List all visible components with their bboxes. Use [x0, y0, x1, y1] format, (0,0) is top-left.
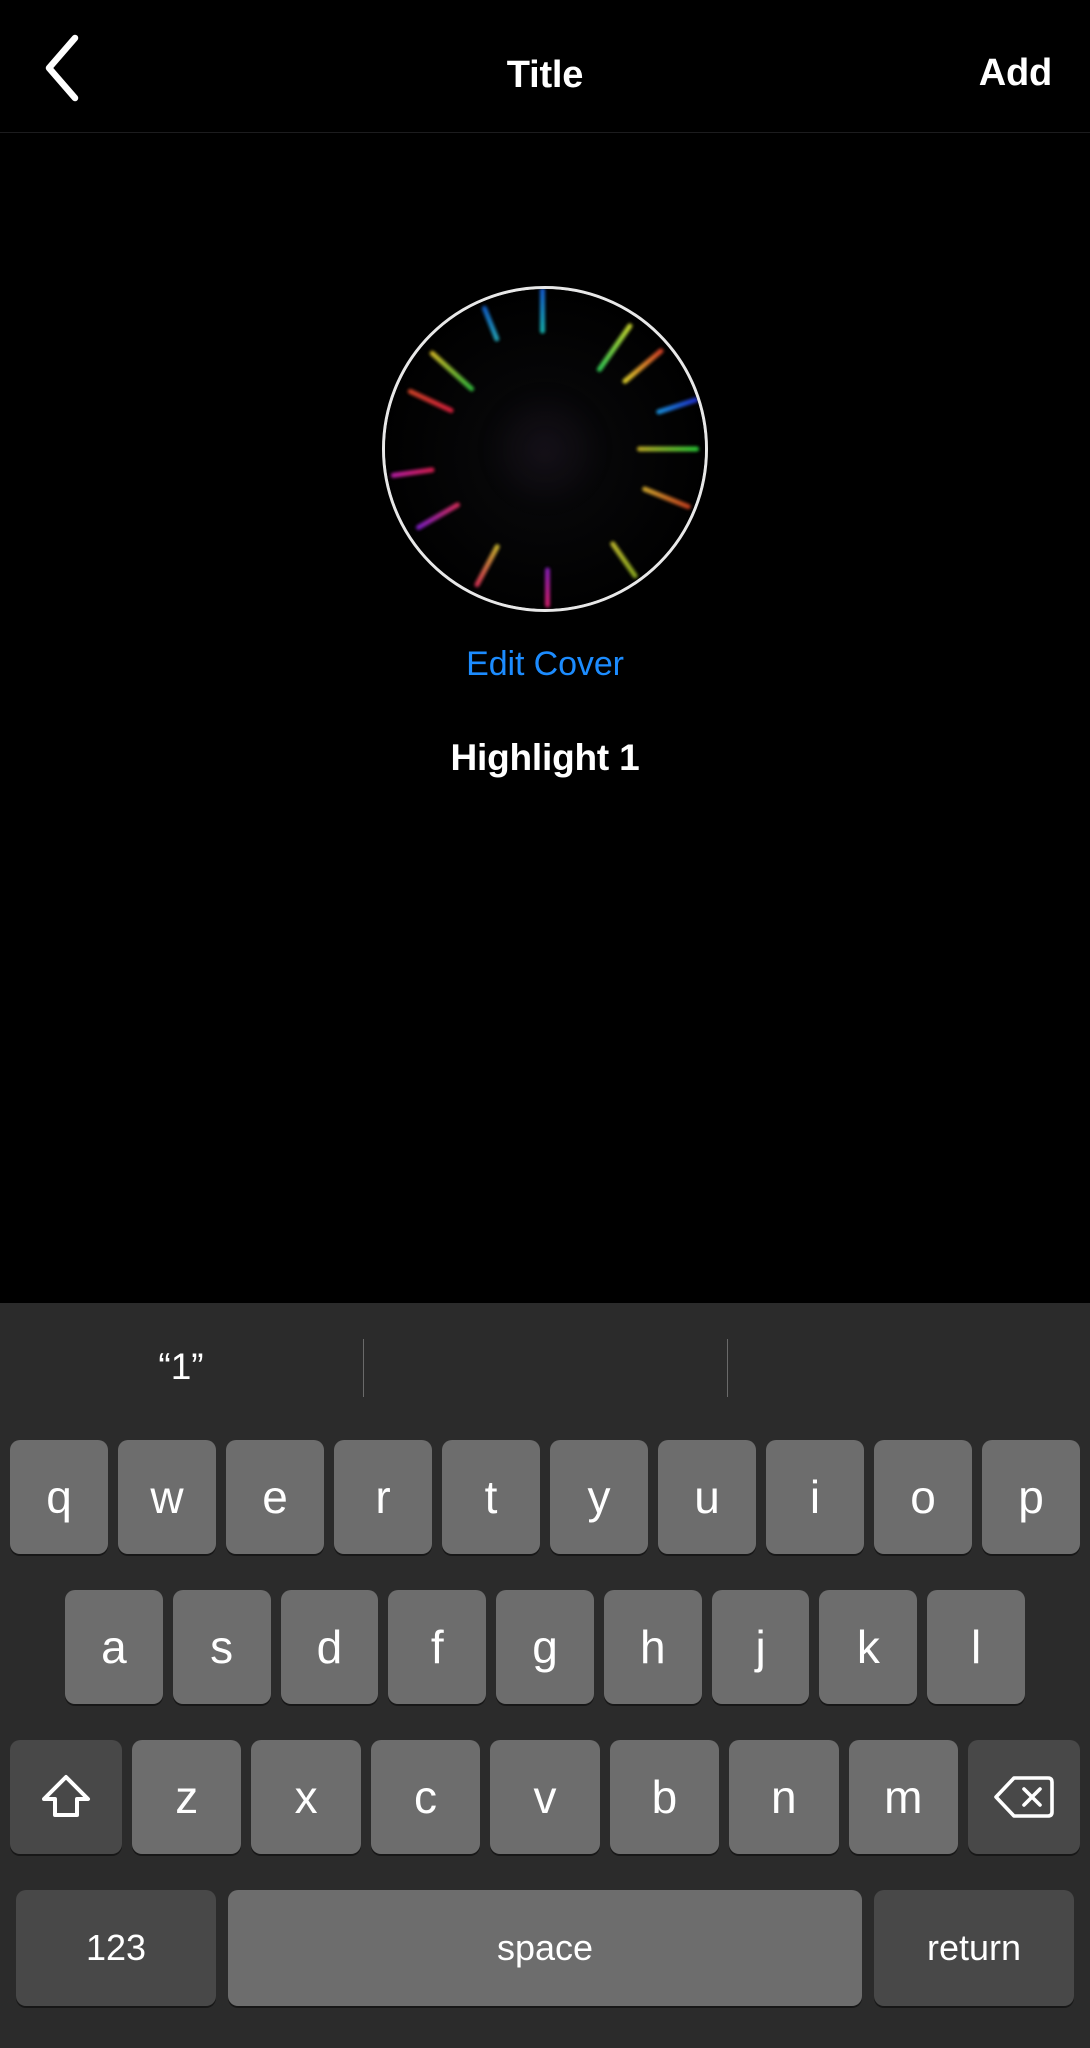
cover-artwork: [385, 289, 705, 609]
cover-center-glow: [485, 389, 605, 509]
cover-light-streak: [406, 388, 455, 414]
highlight-cover[interactable]: [382, 286, 708, 612]
app-screen: Title Add Edit Cover Highlight 1 “1” qwe…: [0, 0, 1090, 2048]
content-area: Edit Cover Highlight 1: [0, 133, 1090, 1303]
cover-light-streak: [415, 501, 461, 531]
highlight-name-field[interactable]: Highlight 1: [0, 737, 1090, 779]
cover-light-streak: [428, 349, 476, 393]
numeric-mode-key[interactable]: 123: [16, 1890, 216, 2006]
key-a[interactable]: a: [65, 1590, 163, 1704]
key-c[interactable]: c: [370, 1740, 481, 1854]
keyboard-row-1: qwertyuiop: [0, 1440, 1090, 1554]
return-key[interactable]: return: [874, 1890, 1074, 2006]
onscreen-keyboard: “1” qwertyuiop asdfghjkl z x c v b n m 1…: [0, 1303, 1090, 2048]
prediction-candidate-3[interactable]: [728, 1303, 1090, 1431]
key-y[interactable]: y: [550, 1440, 648, 1554]
key-x[interactable]: x: [251, 1740, 361, 1854]
backspace-key[interactable]: [967, 1740, 1080, 1854]
navigation-bar: Title Add: [0, 0, 1090, 133]
key-k[interactable]: k: [819, 1590, 918, 1704]
cover-light-streak: [609, 540, 639, 580]
cover-light-streak: [655, 396, 700, 416]
predictive-text-bar: “1”: [0, 1303, 1090, 1431]
cover-light-streak: [545, 567, 550, 608]
prediction-candidate-1[interactable]: “1”: [0, 1303, 362, 1431]
key-h[interactable]: h: [603, 1590, 702, 1704]
key-v[interactable]: v: [490, 1740, 600, 1854]
add-button[interactable]: Add: [979, 52, 1052, 95]
shift-key[interactable]: [10, 1740, 122, 1854]
key-d[interactable]: d: [280, 1590, 379, 1704]
key-l[interactable]: l: [927, 1590, 1026, 1704]
cover-light-streak: [473, 543, 501, 589]
key-p[interactable]: p: [982, 1440, 1080, 1554]
key-q[interactable]: q: [10, 1440, 108, 1554]
cover-ring-border: [382, 286, 708, 612]
cover-light-streak: [390, 467, 435, 479]
key-o[interactable]: o: [874, 1440, 972, 1554]
edit-cover-button[interactable]: Edit Cover: [0, 645, 1090, 684]
key-w[interactable]: w: [118, 1440, 216, 1554]
space-key[interactable]: space: [228, 1890, 862, 2006]
key-b[interactable]: b: [609, 1740, 720, 1854]
key-j[interactable]: j: [711, 1590, 810, 1704]
shift-arrow-icon: [38, 1769, 94, 1825]
key-u[interactable]: u: [658, 1440, 756, 1554]
keyboard-row-4: 123 space return: [0, 1890, 1090, 2006]
page-title: Title: [506, 54, 584, 96]
key-f[interactable]: f: [388, 1590, 487, 1704]
key-m[interactable]: m: [848, 1740, 958, 1854]
cover-light-streak: [540, 289, 545, 334]
cover-light-streak: [621, 347, 665, 385]
cover-light-streak: [481, 305, 501, 343]
key-r[interactable]: r: [334, 1440, 432, 1554]
key-n[interactable]: n: [729, 1740, 839, 1854]
key-e[interactable]: e: [226, 1440, 324, 1554]
keyboard-row-2: asdfghjkl: [0, 1590, 1090, 1704]
key-z[interactable]: z: [132, 1740, 242, 1854]
key-t[interactable]: t: [442, 1440, 540, 1554]
keyboard-row-3: z x c v b n m: [0, 1740, 1090, 1854]
key-s[interactable]: s: [172, 1590, 271, 1704]
key-g[interactable]: g: [496, 1590, 594, 1704]
key-i[interactable]: i: [766, 1440, 864, 1554]
backspace-delete-icon: [993, 1773, 1055, 1821]
cover-light-streak: [595, 322, 634, 373]
prediction-candidate-2[interactable]: [364, 1303, 726, 1431]
cover-light-streak: [637, 446, 699, 452]
cover-light-streak: [641, 485, 692, 510]
